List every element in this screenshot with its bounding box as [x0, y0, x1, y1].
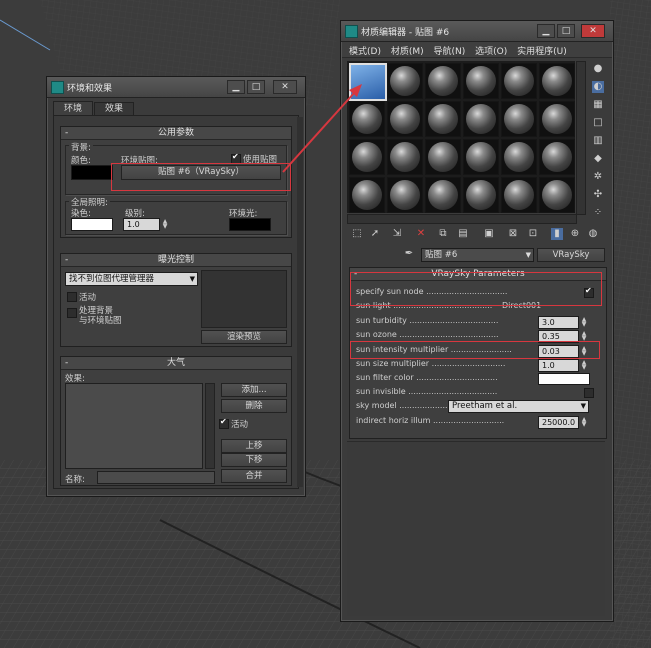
annotation-arrow [282, 84, 362, 173]
